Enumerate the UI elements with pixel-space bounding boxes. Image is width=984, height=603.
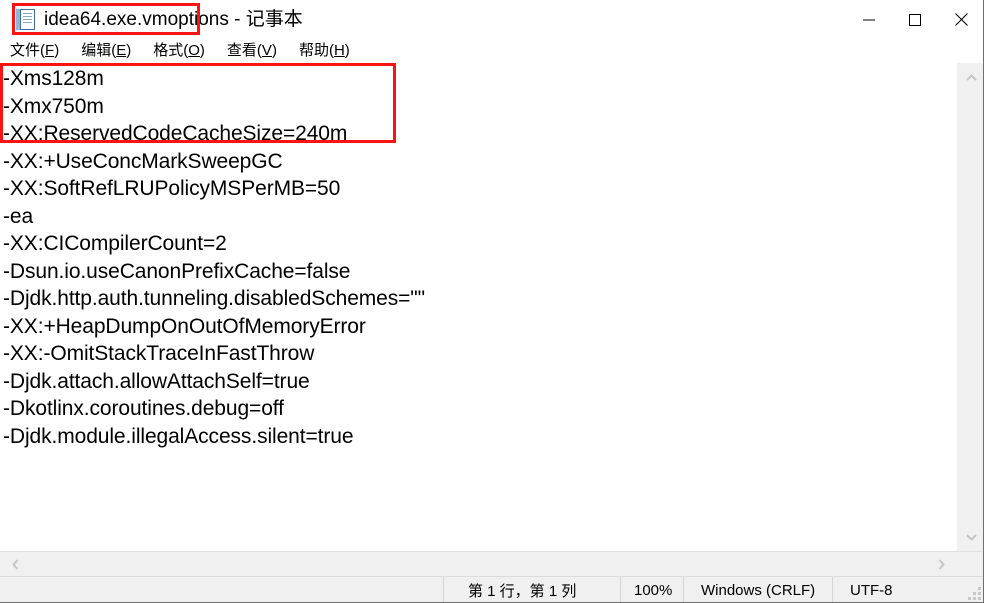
- menu-item-edit[interactable]: 编辑(E): [81, 39, 131, 63]
- notepad-window: idea64.exe.vmoptions - 记事本 文件(F) 编辑(E) 格…: [0, 0, 984, 603]
- vertical-scrollbar[interactable]: [956, 63, 983, 551]
- chevron-up-icon: [965, 73, 977, 81]
- menu-item-file-label: 文件: [10, 42, 41, 59]
- menu-item-edit-accel: E: [116, 42, 127, 59]
- menu-item-file[interactable]: 文件(F): [10, 39, 59, 63]
- text-line: -Xmx750m: [3, 94, 104, 118]
- close-button[interactable]: [938, 0, 983, 39]
- status-line-column: 第 1 行，第 1 列: [443, 577, 620, 602]
- chevron-right-icon: [938, 558, 945, 570]
- menu-item-help[interactable]: 帮助(H): [299, 39, 350, 63]
- status-line-ending-label: Windows (CRLF): [701, 581, 816, 599]
- chevron-down-icon: [965, 533, 977, 541]
- text-line: -XX:SoftRefLRUPolicyMSPerMB=50: [3, 177, 341, 200]
- menu-item-view-accel: V: [261, 42, 272, 59]
- close-icon: [954, 13, 968, 26]
- menu-item-view[interactable]: 查看(V): [227, 39, 277, 63]
- text-line: -XX:+UseConcMarkSweepGC: [3, 149, 283, 173]
- text-line: -Xms128m: [3, 67, 104, 90]
- horizontal-scrollbar[interactable]: [0, 551, 983, 576]
- menu-item-format[interactable]: 格式(O): [153, 39, 205, 63]
- text-line: -XX:+HeapDumpOnOutOfMemoryError: [3, 314, 366, 338]
- status-encoding[interactable]: UTF-8: [832, 577, 983, 602]
- text-line: -Dsun.io.useCanonPrefixCache=false: [3, 259, 351, 283]
- status-line-ending[interactable]: Windows (CRLF): [683, 577, 832, 602]
- status-bar-spacer: [0, 577, 443, 602]
- status-zoom[interactable]: 100%: [620, 577, 683, 602]
- maximize-icon: [909, 13, 921, 26]
- status-zoom-label: 100%: [634, 581, 673, 599]
- status-line-column-label: 第 1 行，第 1 列: [468, 582, 577, 600]
- text-line: -XX:-OmitStackTraceInFastThrow: [3, 342, 315, 365]
- text-line: -ea: [3, 204, 34, 228]
- status-encoding-label: UTF-8: [850, 581, 893, 599]
- text-line: -Djdk.attach.allowAttachSelf=true: [3, 369, 310, 393]
- text-line: -Dkotlinx.coroutines.debug=off: [3, 397, 284, 420]
- menu-item-help-label: 帮助: [298, 42, 329, 59]
- scroll-up-button[interactable]: [957, 65, 983, 89]
- chevron-left-icon: [11, 558, 18, 570]
- menu-item-file-accel: F: [45, 42, 55, 59]
- text-line: -Djdk.module.illegalAccess.silent=true: [3, 424, 354, 448]
- text-editor-area[interactable]: -Xms128m -Xmx750m -XX:ReservedCodeCacheS…: [0, 63, 956, 551]
- menu-item-view-label: 查看: [226, 42, 257, 59]
- window-controls: [846, 0, 983, 39]
- scroll-down-button[interactable]: [957, 525, 983, 549]
- menu-item-edit-label: 编辑: [81, 42, 112, 59]
- notepad-icon: [16, 9, 35, 30]
- title-bar[interactable]: idea64.exe.vmoptions - 记事本: [0, 0, 983, 39]
- scroll-left-button[interactable]: [2, 552, 28, 576]
- menu-item-help-accel: H: [333, 42, 345, 59]
- menu-bar: 文件(F) 编辑(E) 格式(O) 查看(V) 帮助(H): [0, 39, 983, 63]
- scroll-right-button[interactable]: [928, 552, 954, 576]
- resize-grip-icon[interactable]: [968, 587, 981, 600]
- minimize-button[interactable]: [846, 0, 892, 39]
- maximize-button[interactable]: [892, 0, 938, 39]
- window-title: idea64.exe.vmoptions - 记事本: [44, 9, 303, 30]
- status-bar: 第 1 行，第 1 列 100% Windows (CRLF) UTF-8: [0, 576, 983, 602]
- title-bar-left: idea64.exe.vmoptions - 记事本: [0, 0, 303, 39]
- editor-frame: -Xms128m -Xmx750m -XX:ReservedCodeCacheS…: [0, 63, 983, 551]
- text-line: -XX:CICompilerCount=2: [3, 232, 227, 255]
- text-line: -Djdk.http.auth.tunneling.disabledScheme…: [3, 287, 426, 310]
- text-line: -XX:ReservedCodeCacheSize=240m: [3, 122, 348, 145]
- menu-item-format-label: 格式: [153, 42, 184, 59]
- menu-item-format-accel: O: [188, 42, 200, 59]
- minimize-icon: [863, 19, 875, 20]
